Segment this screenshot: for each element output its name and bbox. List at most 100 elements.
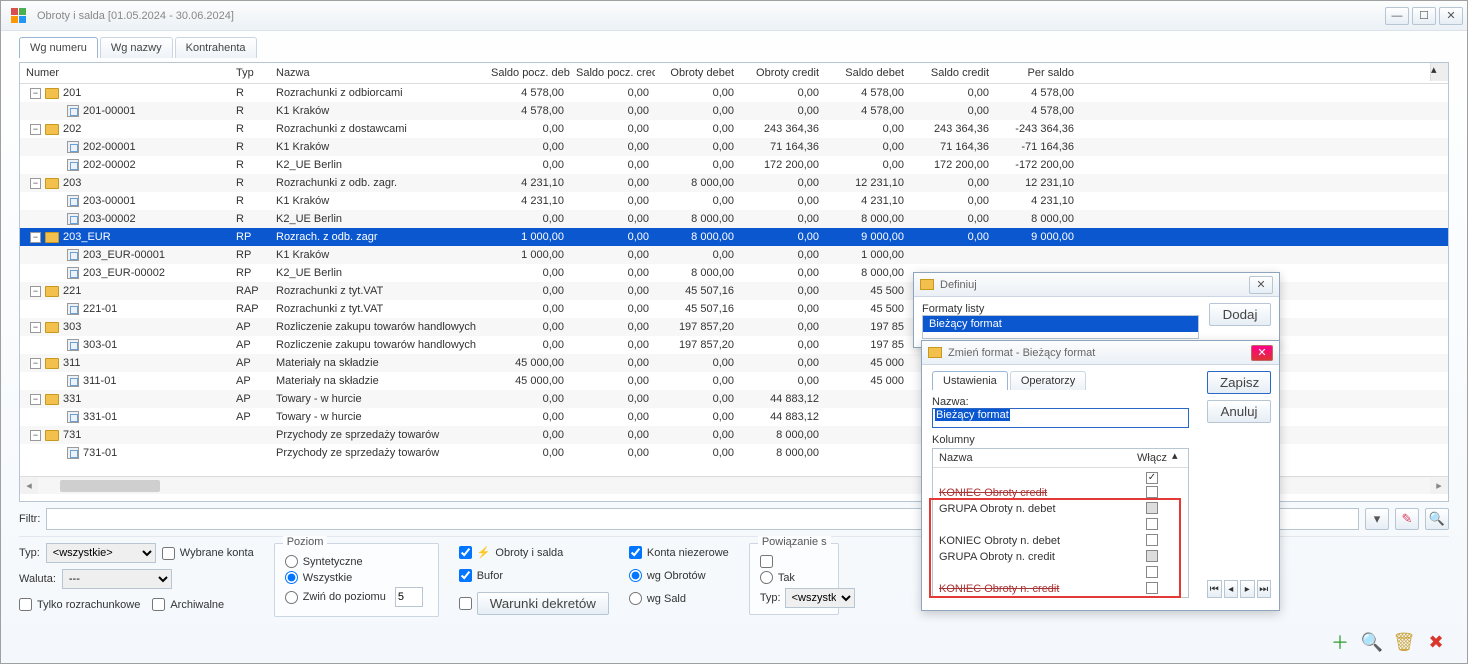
poziom-syntetyczne-radio[interactable]	[285, 555, 298, 568]
tab-operatorzy[interactable]: Operatorzy	[1010, 371, 1086, 390]
scroll-up-icon[interactable]: ▴	[1430, 63, 1448, 81]
col-s-debet[interactable]: Saldo debet	[825, 63, 910, 83]
expander-icon[interactable]: −	[30, 124, 41, 135]
filter-find-button[interactable]: 🔍	[1425, 508, 1449, 530]
anuluj-button[interactable]: Anuluj	[1207, 400, 1271, 423]
col-typ[interactable]: Typ	[230, 63, 270, 83]
column-item[interactable]	[933, 517, 1188, 533]
scroll-left-icon[interactable]: ◂	[20, 479, 38, 492]
col-sp-credit[interactable]: Saldo pocz. credit	[570, 63, 655, 83]
wlacz-checkbox[interactable]	[1146, 502, 1158, 514]
expander-icon[interactable]: −	[30, 358, 41, 369]
wlacz-checkbox[interactable]	[1146, 550, 1158, 562]
table-row[interactable]: 202-00001RK1 Kraków0,000,000,0071 164,36…	[20, 138, 1448, 156]
waluta-select[interactable]: ---	[62, 569, 172, 589]
wlacz-checkbox[interactable]	[1146, 566, 1158, 578]
tab-ustawienia[interactable]: Ustawienia	[932, 371, 1008, 390]
zapisz-button[interactable]: Zapisz	[1207, 371, 1271, 394]
nav-prev-icon[interactable]: ◂	[1224, 580, 1239, 598]
table-row[interactable]: 201-00001RK1 Kraków4 578,000,000,000,004…	[20, 102, 1448, 120]
table-row[interactable]: 202-00002RK2_UE Berlin0,000,000,00172 20…	[20, 156, 1448, 174]
wybrane-konta-checkbox[interactable]	[162, 547, 175, 560]
col-persaldo[interactable]: Per saldo	[995, 63, 1080, 83]
h-scroll-thumb[interactable]	[60, 480, 160, 492]
tab-wg-numeru[interactable]: Wg numeru	[19, 37, 98, 58]
table-row[interactable]: −202RRozrachunki z dostawcami0,000,000,0…	[20, 120, 1448, 138]
definiuj-titlebar: Definiuj ✕	[914, 273, 1279, 297]
tylko-rozrach-checkbox[interactable]	[19, 598, 32, 611]
col-nazwa-header[interactable]: Nazwa	[933, 449, 1132, 467]
col-nazwa[interactable]: Nazwa	[270, 63, 485, 83]
scroll-up-icon[interactable]: ▴	[1172, 449, 1188, 467]
tab-wg-nazwy[interactable]: Wg nazwy	[100, 37, 173, 58]
col-numer[interactable]: Numer	[20, 63, 230, 83]
col-sp-debet[interactable]: Saldo pocz. debet	[485, 63, 570, 83]
bufor-checkbox[interactable]	[459, 569, 472, 582]
konta-niezerowe-checkbox[interactable]	[629, 546, 642, 559]
wlacz-checkbox[interactable]	[1146, 472, 1158, 484]
col-ob-credit[interactable]: Obroty credit	[740, 63, 825, 83]
warunki-dekretow-checkbox[interactable]	[459, 597, 472, 610]
expander-icon[interactable]: −	[30, 232, 41, 243]
column-item[interactable]	[933, 469, 1188, 485]
close-red-icon[interactable]: ✖	[1423, 629, 1449, 655]
expander-icon[interactable]: −	[30, 286, 41, 297]
column-item[interactable]	[933, 565, 1188, 581]
poziom-wszystkie-radio[interactable]	[285, 571, 298, 584]
nav-first-icon[interactable]: ⏮	[1207, 580, 1222, 598]
add-icon[interactable]: ＋	[1327, 629, 1353, 655]
expander-icon[interactable]: −	[30, 88, 41, 99]
powiazanie-typ-select[interactable]: <wszystkie>	[785, 588, 855, 608]
warunki-dekretow-button[interactable]: Warunki dekretów	[477, 592, 609, 615]
nazwa-input[interactable]: Bieżący format	[932, 408, 1189, 428]
archiwalne-checkbox[interactable]	[152, 598, 165, 611]
maximize-button[interactable]: ☐	[1412, 7, 1436, 25]
poziom-level-input[interactable]	[395, 587, 423, 607]
format-item-selected[interactable]: Bieżący format	[923, 316, 1198, 332]
filter-dropdown-button[interactable]: ▾	[1365, 508, 1389, 530]
column-item[interactable]: KONIEC Obroty credit	[933, 485, 1188, 501]
obroty-salda-checkbox[interactable]	[459, 546, 472, 559]
kolumny-list[interactable]: Nazwa Włącz ▴ KONIEC Obroty creditGRUPA …	[932, 448, 1189, 598]
expander-icon[interactable]: −	[30, 430, 41, 441]
table-row[interactable]: −203RRozrachunki z odb. zagr.4 231,100,0…	[20, 174, 1448, 192]
scroll-right-icon[interactable]: ▸	[1430, 479, 1448, 492]
nav-next-icon[interactable]: ▸	[1240, 580, 1255, 598]
wlacz-checkbox[interactable]	[1146, 582, 1158, 594]
wlacz-checkbox[interactable]	[1146, 534, 1158, 546]
search-icon[interactable]: 🔍	[1359, 629, 1385, 655]
dodaj-button[interactable]: Dodaj	[1209, 303, 1271, 326]
powiazanie-checkbox[interactable]	[760, 555, 773, 568]
typ-select[interactable]: <wszystkie>	[46, 543, 156, 563]
zmien-close-button[interactable]: ✕	[1251, 345, 1273, 361]
tab-kontrahenta[interactable]: Kontrahenta	[175, 37, 257, 58]
close-button[interactable]: ✕	[1439, 7, 1463, 25]
wg-obrotow-radio[interactable]	[629, 569, 642, 582]
table-row[interactable]: 203_EUR-00001RPK1 Kraków1 000,000,000,00…	[20, 246, 1448, 264]
wg-sald-radio[interactable]	[629, 592, 642, 605]
col-ob-debet[interactable]: Obroty debet	[655, 63, 740, 83]
column-item[interactable]: GRUPA Obroty n. credit	[933, 549, 1188, 565]
wlacz-checkbox[interactable]	[1146, 486, 1158, 498]
powiazanie-tak-radio[interactable]	[760, 571, 773, 584]
minimize-button[interactable]: —	[1385, 7, 1409, 25]
table-row[interactable]: −203_EURRPRozrach. z odb. zagr1 000,000,…	[20, 228, 1448, 246]
poziom-zwin-radio[interactable]	[285, 591, 298, 604]
column-item[interactable]: KONIEC Obroty n. credit	[933, 581, 1188, 597]
expander-icon[interactable]: −	[30, 394, 41, 405]
wlacz-checkbox[interactable]	[1146, 518, 1158, 530]
expander-icon[interactable]: −	[30, 178, 41, 189]
filter-clear-button[interactable]: ✎	[1395, 508, 1419, 530]
col-wlacz-header[interactable]: Włącz	[1132, 449, 1172, 467]
column-item[interactable]: KONIEC Obroty n. debet	[933, 533, 1188, 549]
table-row[interactable]: −201RRozrachunki z odbiorcami4 578,000,0…	[20, 84, 1448, 102]
delete-icon[interactable]: 🗑	[1391, 629, 1417, 655]
nav-last-icon[interactable]: ⏭	[1257, 580, 1272, 598]
table-row[interactable]: 203-00001RK1 Kraków4 231,100,000,000,004…	[20, 192, 1448, 210]
column-item[interactable]: GRUPA Obroty n. debet	[933, 501, 1188, 517]
table-row[interactable]: 203-00002RK2_UE Berlin0,000,008 000,000,…	[20, 210, 1448, 228]
expander-icon[interactable]: −	[30, 322, 41, 333]
definiuj-close-button[interactable]: ✕	[1249, 276, 1273, 294]
formaty-listbox[interactable]: Bieżący format	[922, 315, 1199, 339]
col-s-credit[interactable]: Saldo credit	[910, 63, 995, 83]
